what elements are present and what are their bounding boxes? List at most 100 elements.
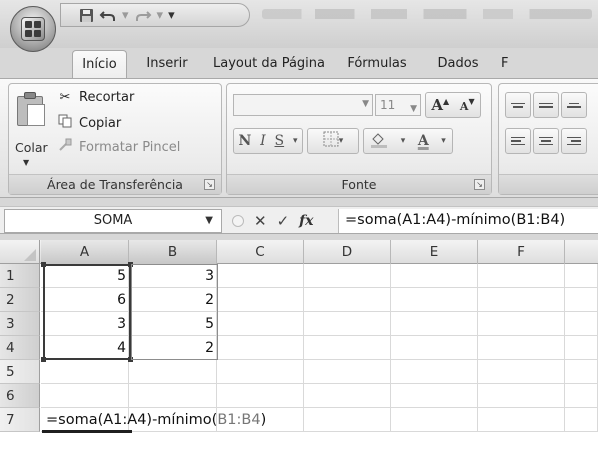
formula-input[interactable]: =soma(A1:A4)-mínimo(B1:B4): [338, 209, 598, 233]
cancel-button[interactable]: ✕: [254, 212, 267, 230]
row-header-6[interactable]: 6: [0, 384, 40, 408]
cell[interactable]: [217, 288, 304, 312]
cell[interactable]: [478, 360, 565, 384]
tab-partial[interactable]: F: [493, 50, 513, 78]
column-header-f[interactable]: F: [478, 240, 565, 264]
cell[interactable]: [565, 264, 598, 288]
cell[interactable]: [129, 384, 217, 408]
select-all-button[interactable]: [0, 240, 40, 264]
cell[interactable]: [304, 360, 391, 384]
ribbon-tabs: Início Inserir Layout da Página Fórmulas…: [72, 50, 513, 78]
column-header-a[interactable]: A: [41, 240, 129, 264]
cell[interactable]: [304, 408, 391, 432]
cell[interactable]: [565, 336, 598, 360]
font-color-button[interactable]: A: [418, 133, 429, 149]
insert-function-button[interactable]: fx: [299, 213, 313, 229]
cell[interactable]: [304, 336, 391, 360]
cell[interactable]: [41, 384, 129, 408]
grow-font-button[interactable]: A▲: [431, 96, 449, 114]
cell[interactable]: [565, 360, 598, 384]
office-button[interactable]: [10, 6, 56, 52]
row-header-5[interactable]: 5: [0, 360, 40, 384]
align-center-icon[interactable]: [533, 128, 559, 154]
cell[interactable]: [565, 312, 598, 336]
cell[interactable]: [217, 384, 304, 408]
cell[interactable]: [391, 288, 478, 312]
cell[interactable]: [565, 288, 598, 312]
cell[interactable]: [217, 312, 304, 336]
align-left-icon[interactable]: [505, 128, 531, 154]
align-top-icon[interactable]: [505, 92, 531, 118]
cell[interactable]: [217, 264, 304, 288]
column-header-d[interactable]: D: [304, 240, 391, 264]
cell[interactable]: [391, 312, 478, 336]
tab-inserir[interactable]: Inserir: [127, 50, 207, 78]
italic-button[interactable]: I: [260, 133, 266, 149]
customize-icon[interactable]: ▾: [168, 8, 175, 23]
paste-button[interactable]: Colar: [15, 140, 48, 155]
tab-layout-pagina[interactable]: Layout da Página: [207, 50, 331, 78]
cell[interactable]: [478, 312, 565, 336]
column-header-c[interactable]: C: [217, 240, 304, 264]
cell[interactable]: [391, 264, 478, 288]
cell[interactable]: [478, 288, 565, 312]
cell[interactable]: [217, 360, 304, 384]
cell-edit-text[interactable]: =soma(A1:A4)-mínimo(B1:B4): [46, 408, 266, 432]
font-dialog-launcher-icon[interactable]: ↘: [474, 179, 485, 190]
font-size-select[interactable]: 11 ▼: [375, 94, 421, 116]
shrink-font-button[interactable]: A▼: [460, 96, 475, 114]
cell[interactable]: [391, 384, 478, 408]
font-name-select[interactable]: ▼: [233, 94, 373, 116]
cell[interactable]: [391, 336, 478, 360]
cell[interactable]: [41, 360, 129, 384]
range-handle[interactable]: [41, 357, 46, 362]
name-box[interactable]: SOMA ▼: [4, 209, 222, 233]
cell[interactable]: [565, 408, 598, 432]
bold-button[interactable]: N: [238, 133, 251, 149]
undo-icon[interactable]: [99, 8, 117, 23]
cell[interactable]: [391, 360, 478, 384]
cell[interactable]: [391, 408, 478, 432]
row-header-1[interactable]: 1: [0, 264, 40, 288]
cell[interactable]: [478, 264, 565, 288]
cell[interactable]: [217, 336, 304, 360]
align-bottom-icon[interactable]: [561, 92, 587, 118]
align-middle-icon[interactable]: [533, 92, 559, 118]
align-right-icon[interactable]: [561, 128, 587, 154]
chevron-down-icon: ▾: [338, 136, 344, 146]
cell[interactable]: [478, 384, 565, 408]
cell[interactable]: [304, 264, 391, 288]
fill-color-icon[interactable]: [370, 131, 388, 152]
column-header-e[interactable]: E: [391, 240, 478, 264]
undo-dropdown-icon[interactable]: ▾: [122, 8, 129, 23]
cell[interactable]: [304, 288, 391, 312]
tab-inicio[interactable]: Início: [72, 50, 127, 78]
chevron-down-icon[interactable]: ▼: [205, 210, 213, 232]
paste-icon[interactable]: [17, 92, 47, 128]
underline-dropdown-icon[interactable]: ▾: [293, 136, 298, 146]
cell[interactable]: [304, 312, 391, 336]
enter-button[interactable]: ✓: [277, 212, 290, 230]
copy-button[interactable]: Copiar: [57, 114, 121, 132]
paste-dropdown-icon[interactable]: ▼: [23, 158, 29, 167]
column-header-b[interactable]: B: [129, 240, 217, 264]
range-handle[interactable]: [41, 262, 46, 267]
row-header-2[interactable]: 2: [0, 288, 40, 312]
underline-button[interactable]: S: [275, 133, 285, 149]
cut-button[interactable]: ✂ Recortar: [57, 90, 135, 105]
cell[interactable]: [478, 408, 565, 432]
save-icon[interactable]: [79, 8, 94, 23]
cell[interactable]: [478, 336, 565, 360]
row-header-3[interactable]: 3: [0, 312, 40, 336]
worksheet-grid[interactable]: A B C D E F 1 2 3 4 5 6 7 53623542 =soma…: [0, 240, 598, 451]
tab-formulas[interactable]: Fórmulas: [331, 50, 423, 78]
borders-button[interactable]: ▾: [307, 128, 359, 154]
cell[interactable]: [304, 384, 391, 408]
cell[interactable]: [565, 384, 598, 408]
row-header-7[interactable]: 7: [0, 408, 40, 432]
cell[interactable]: [129, 360, 217, 384]
tab-dados[interactable]: Dados: [423, 50, 493, 78]
clipboard-dialog-launcher-icon[interactable]: ↘: [204, 179, 215, 190]
row-header-4[interactable]: 4: [0, 336, 40, 360]
column-header-g-partial[interactable]: [565, 240, 598, 264]
